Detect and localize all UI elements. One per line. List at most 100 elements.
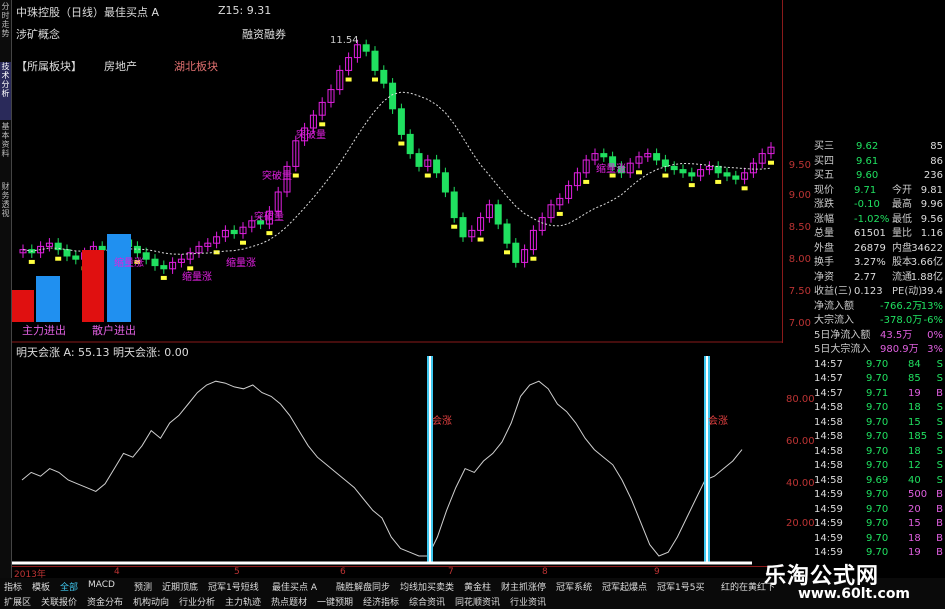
tick-row: 14:59 9.70 20 B bbox=[812, 503, 945, 517]
candle-body bbox=[98, 245, 106, 251]
tick-row: 14:58 9.70 185 S bbox=[812, 430, 945, 444]
tick-price: 9.70 bbox=[866, 373, 889, 384]
order-label: 买三 bbox=[814, 141, 834, 152]
stats-row: 收益(三) 0.123 PE(动) 39.4 bbox=[812, 285, 945, 299]
bottom-tab[interactable]: 冠军1号5买 bbox=[657, 580, 704, 593]
bottom-tab[interactable]: 全部 bbox=[60, 580, 78, 593]
candle-body bbox=[362, 44, 370, 52]
flow-label: 5日大宗流入 bbox=[814, 344, 871, 355]
bottom-tab[interactable]: 资金分布 bbox=[87, 595, 123, 608]
stats-row: 总量 61501 量比 1.16 bbox=[812, 227, 945, 241]
order-price: 9.60 bbox=[856, 170, 879, 181]
bottom-tab[interactable]: 同花顺资讯 bbox=[455, 595, 500, 608]
tick-time: 14:57 bbox=[814, 358, 843, 370]
tick-side: S bbox=[936, 416, 943, 428]
stat-label-b: PE(动) bbox=[892, 286, 923, 297]
bottom-tab[interactable]: 关联报价 bbox=[41, 595, 77, 608]
tick-row: 14:58 9.70 15 S bbox=[812, 416, 945, 430]
tick-side: B bbox=[936, 387, 943, 399]
tick-price: 9.70 bbox=[866, 445, 889, 457]
sector-item-realestate[interactable]: 房地产 bbox=[104, 58, 137, 74]
bottom-tab[interactable]: 机构动向 bbox=[133, 595, 169, 608]
candle-body bbox=[380, 69, 388, 84]
oscillator-chart[interactable] bbox=[12, 344, 782, 566]
signal-marker bbox=[504, 250, 510, 255]
order-book-row: 买五 9.60 236 bbox=[812, 169, 945, 183]
stat-value-b: 3.66亿 bbox=[910, 257, 943, 268]
order-label: 买五 bbox=[814, 170, 834, 181]
stat-label-a: 换手 bbox=[814, 257, 834, 268]
bottom-tab[interactable]: MACD bbox=[88, 580, 115, 590]
bottom-tab[interactable]: 指标 bbox=[4, 580, 22, 593]
order-book-row: 买三 9.62 85 bbox=[812, 140, 945, 154]
candle-body bbox=[512, 242, 520, 263]
candle-body bbox=[72, 255, 80, 260]
tick-side: S bbox=[936, 445, 943, 457]
bottom-tab[interactable]: 综合资讯 bbox=[409, 595, 445, 608]
tick-side: S bbox=[936, 373, 943, 384]
chart-title: 中珠控股（日线）最佳买点 A bbox=[16, 6, 160, 19]
stat-value-a: 9.71 bbox=[854, 184, 877, 196]
date-tick: 5 bbox=[234, 567, 240, 577]
signal-marker bbox=[530, 256, 537, 261]
tick-row: 14:57 9.71 19 B bbox=[812, 387, 945, 401]
date-tick: 7 bbox=[448, 567, 454, 577]
side-tab-fundamentals[interactable]: 基本资料 bbox=[0, 122, 11, 180]
tick-time: 14:58 bbox=[814, 474, 843, 486]
candle-body bbox=[389, 82, 397, 110]
tick-volume: 20 bbox=[908, 503, 921, 515]
bottom-tab[interactable]: 财主抓涨停 bbox=[501, 580, 546, 593]
tick-time: 14:57 bbox=[814, 387, 843, 399]
tick-price: 9.70 bbox=[866, 532, 889, 544]
main-force-flow-bar bbox=[12, 290, 34, 322]
bottom-tab[interactable]: 黄金柱 bbox=[464, 580, 491, 593]
order-volume: 85 bbox=[930, 141, 943, 152]
tick-side: B bbox=[936, 489, 943, 500]
bottom-tab[interactable]: 预测 bbox=[134, 580, 152, 593]
bottom-tab[interactable]: 冠军系统 bbox=[556, 580, 592, 593]
stat-label-b: 内盘 bbox=[892, 242, 912, 254]
retail-flow-bar bbox=[82, 250, 104, 322]
signal-marker bbox=[345, 77, 352, 82]
tick-time: 14:58 bbox=[814, 416, 843, 428]
stat-label-b: 最高 bbox=[892, 199, 912, 210]
tick-volume: 19 bbox=[908, 387, 921, 399]
sector-item-hubei[interactable]: 湖北板块 bbox=[174, 58, 218, 74]
bottom-tab[interactable]: 行业分析 bbox=[179, 595, 215, 608]
bottom-tab[interactable]: 主力轨迹 bbox=[225, 595, 261, 608]
shrink-annotation-3: 缩量涨 bbox=[114, 258, 144, 269]
stats-row: 涨跌 -0.10 最高 9.96 bbox=[812, 198, 945, 212]
date-tick: 6 bbox=[340, 567, 346, 577]
stat-label-b: 量比 bbox=[892, 228, 912, 239]
bottom-tab[interactable]: 融胜解盘同步 bbox=[336, 580, 390, 593]
side-tab-intraday[interactable]: 分时走势 bbox=[0, 2, 11, 60]
order-book-row: 买四 9.61 86 bbox=[812, 155, 945, 169]
signal-marker bbox=[477, 237, 484, 242]
bottom-tab[interactable]: 扩展区 bbox=[4, 595, 31, 608]
side-tab-financials[interactable]: 财务透视 bbox=[0, 182, 11, 240]
bottom-tab[interactable]: 模板 bbox=[32, 580, 50, 593]
bottom-tab[interactable]: 冠军起爆点 bbox=[602, 580, 647, 593]
flow-row: 大宗流入 -378.0万 -6% bbox=[812, 314, 945, 328]
stat-label-a: 涨幅 bbox=[814, 213, 834, 225]
bottom-tab[interactable]: 热点题材 bbox=[271, 595, 307, 608]
tick-time: 14:59 bbox=[814, 518, 843, 529]
candlestick-chart[interactable] bbox=[12, 0, 782, 343]
bottom-tab[interactable]: 最佳买点 A bbox=[272, 580, 317, 593]
date-tick: 8 bbox=[542, 567, 548, 577]
retail-flow-bar-2 bbox=[107, 234, 131, 322]
bottom-tab[interactable]: 经济指标 bbox=[363, 595, 399, 608]
tick-price: 9.70 bbox=[866, 518, 889, 529]
bottom-tab[interactable]: 近期顶底 bbox=[162, 580, 198, 593]
bottom-tab[interactable]: 行业资讯 bbox=[510, 595, 546, 608]
side-tab-technical[interactable]: 技术分析 bbox=[0, 62, 11, 120]
tick-volume: 40 bbox=[908, 474, 921, 486]
price-axis: 9.50 9.00 8.50 8.00 7.50 7.00 bbox=[782, 0, 813, 343]
oscillator-line bbox=[21, 380, 743, 557]
bottom-tab[interactable]: 冠军1号短线 bbox=[208, 580, 259, 593]
bottom-tab[interactable]: 一键预期 bbox=[317, 595, 353, 608]
bottom-tab[interactable]: 均线加买卖类 bbox=[400, 580, 454, 593]
price-tick: 8.50 bbox=[788, 222, 811, 233]
candle-body bbox=[142, 252, 150, 260]
tick-time: 14:59 bbox=[814, 503, 843, 515]
